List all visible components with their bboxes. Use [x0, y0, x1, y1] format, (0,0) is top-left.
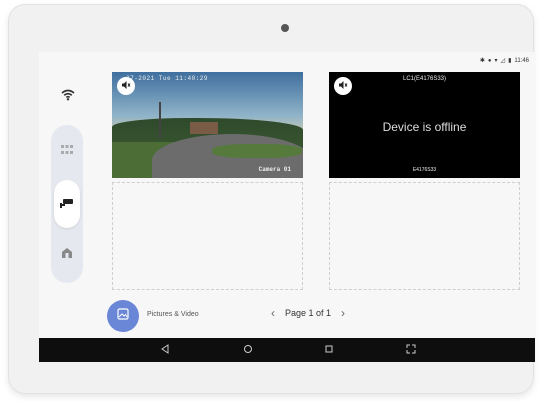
nav-camera-button[interactable] — [54, 180, 80, 228]
record-icon: ● — [487, 57, 492, 64]
bluetooth-icon: ✱ — [479, 58, 485, 64]
expand-icon — [406, 341, 416, 359]
status-icons: ✱ ● ▾ ◿ ▮ 11:46 — [479, 57, 529, 65]
empty-camera-slot-4[interactable] — [329, 182, 520, 290]
camera-tile-2[interactable]: LC1(E4176S33) Device is offline E4176S33 — [329, 72, 520, 178]
nav-home-button[interactable] — [55, 243, 79, 267]
next-page-button[interactable]: › — [341, 306, 345, 320]
back-icon — [160, 341, 170, 359]
pagination: ‹ Page 1 of 1 › — [271, 306, 345, 320]
previous-page-button[interactable]: ‹ — [271, 306, 275, 320]
grid-icon — [61, 142, 73, 160]
nav-grid-button[interactable] — [55, 139, 79, 163]
mute-button[interactable] — [334, 77, 352, 95]
camera-serial: E4176S33 — [412, 167, 437, 173]
clock: 11:46 — [514, 57, 529, 64]
camera-name: Camera 01 — [258, 166, 291, 173]
camera-id: LC1(E4176S33) — [402, 76, 447, 82]
mute-button[interactable] — [117, 77, 135, 95]
image-gallery-icon — [117, 307, 129, 325]
battery-icon: ▮ — [508, 58, 512, 64]
square-recents-icon — [324, 341, 334, 359]
pictures-video-label[interactable]: Pictures & Video — [147, 311, 199, 318]
circle-home-icon — [243, 341, 253, 359]
camera-timestamp: 27-2021 Tue 11:40:29 — [126, 75, 209, 82]
front-camera — [281, 24, 289, 32]
pictures-video-button[interactable] — [107, 300, 139, 332]
home-nav-button[interactable] — [242, 344, 254, 356]
wifi-status-icon: ▾ — [494, 58, 498, 64]
home-icon — [61, 246, 73, 264]
speaker-mute-icon — [121, 77, 131, 95]
cctv-camera-icon — [60, 195, 74, 213]
fullscreen-button[interactable] — [405, 344, 417, 356]
side-navigation — [51, 125, 83, 283]
camera-tile-1[interactable]: 27-2021 Tue 11:40:29 Camera 01 — [112, 72, 303, 178]
signal-icon: ◿ — [500, 58, 506, 64]
status-bar: ✱ ● ▾ ◿ ▮ 11:46 — [39, 52, 535, 68]
page-indicator: Page 1 of 1 — [285, 308, 332, 318]
recents-button[interactable] — [323, 344, 335, 356]
navigation-bar — [39, 338, 535, 362]
back-button[interactable] — [159, 344, 171, 356]
offline-message: Device is offline — [382, 120, 467, 134]
empty-camera-slot-3[interactable] — [112, 182, 303, 290]
wifi-icon — [61, 88, 75, 102]
tablet-frame: ✱ ● ▾ ◿ ▮ 11:46 27-2021 Tue 11:40:29 Cam… — [9, 5, 535, 393]
speaker-mute-icon — [338, 77, 348, 95]
screen: ✱ ● ▾ ◿ ▮ 11:46 27-2021 Tue 11:40:29 Cam… — [39, 52, 535, 362]
